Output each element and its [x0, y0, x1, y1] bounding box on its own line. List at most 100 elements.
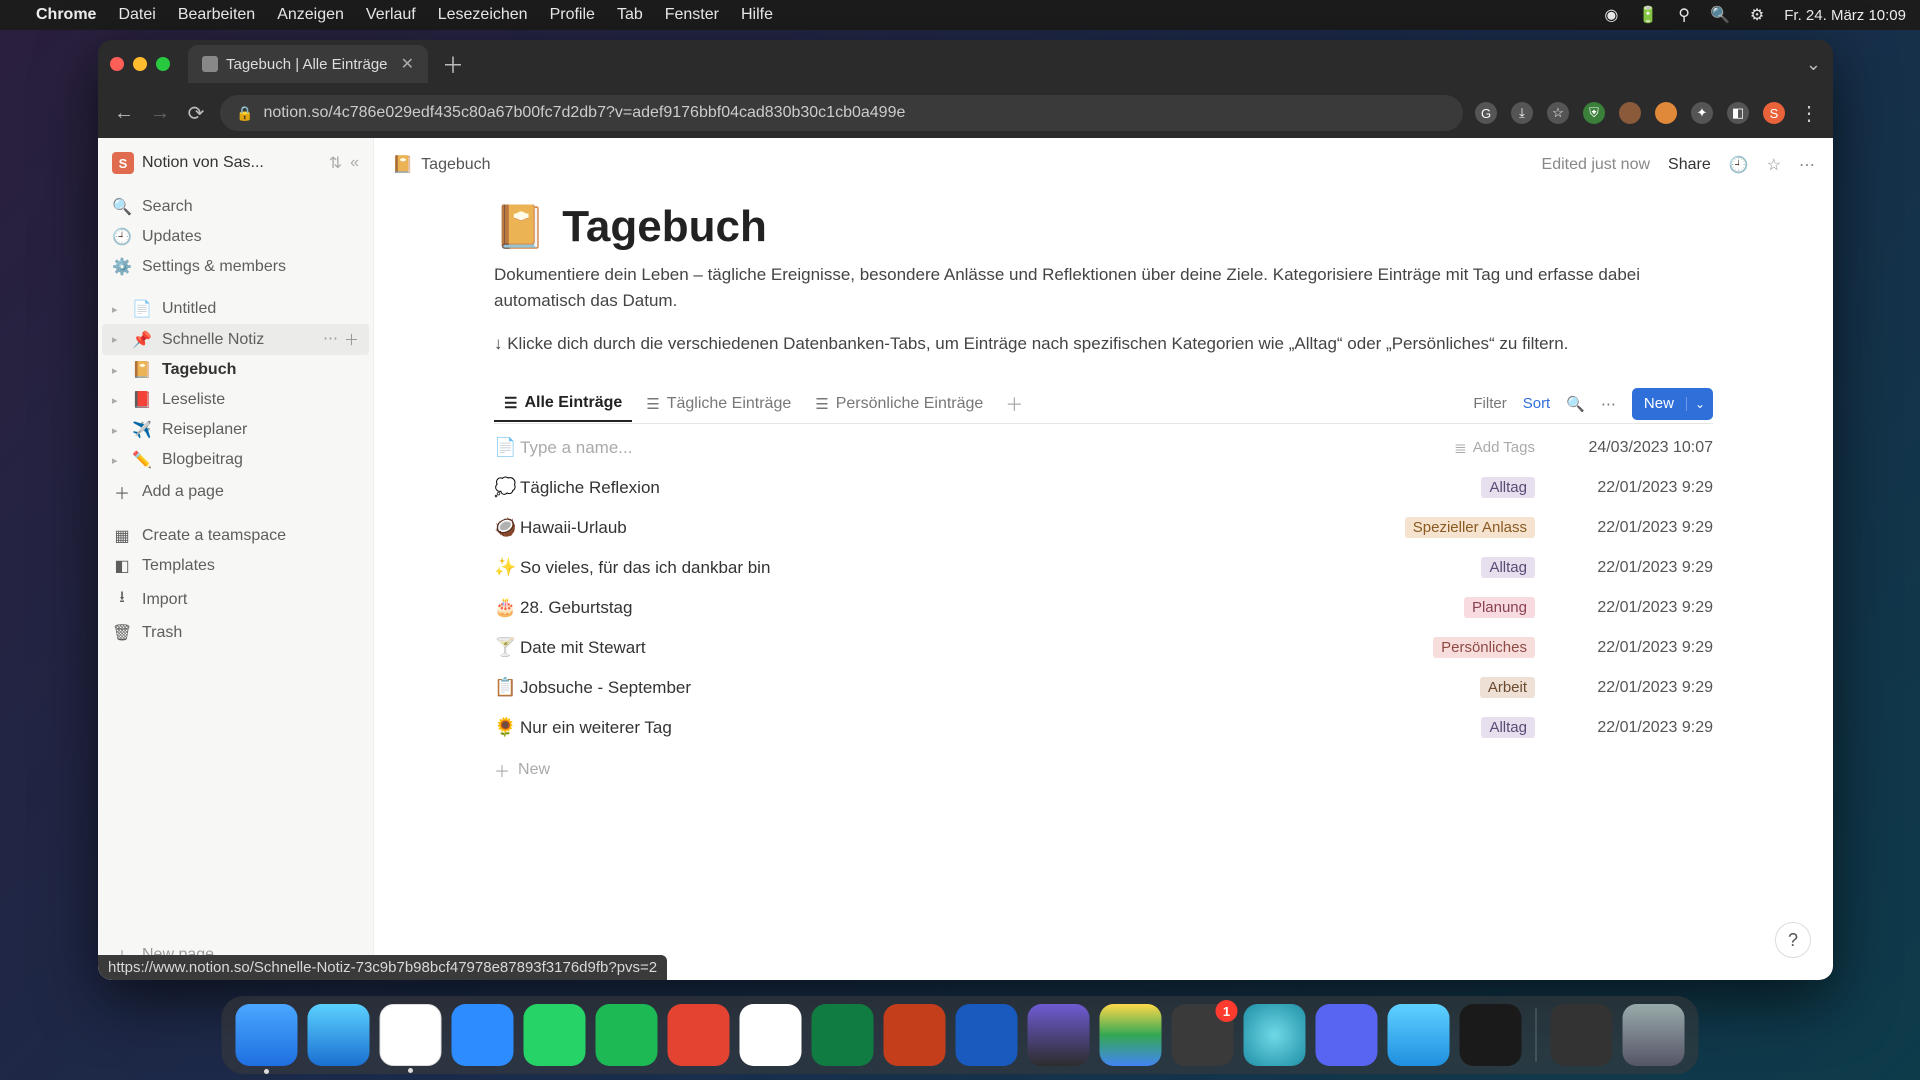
db-row[interactable]: 📄Type a name...≣Add Tags24/03/2023 10:07	[494, 428, 1713, 468]
wifi-icon[interactable]: ⚲	[1678, 5, 1690, 25]
battery-icon[interactable]: 🔋	[1638, 5, 1658, 25]
sidebar-updates[interactable]: 🕘Updates	[102, 222, 369, 252]
sort-button[interactable]: Sort	[1523, 395, 1551, 412]
chevron-right-icon[interactable]: ▸	[112, 424, 122, 437]
workspace-switcher[interactable]: S Notion von Sas... ⇅ «	[102, 146, 369, 180]
sidebar-settings[interactable]: ⚙️Settings & members	[102, 252, 369, 282]
row-title[interactable]: So vieles, für das ich dankbar bin	[520, 558, 1481, 578]
reload-button[interactable]: ⟳	[184, 101, 208, 126]
page-hint[interactable]: ↓ Klicke dich durch die verschiedenen Da…	[494, 331, 1713, 357]
help-button[interactable]: ?	[1775, 922, 1811, 958]
minimize-window-button[interactable]	[133, 57, 147, 71]
row-tag[interactable]: Alltag	[1481, 477, 1535, 498]
sidebar-templates[interactable]: ◧Templates	[102, 551, 369, 581]
db-row[interactable]: 🍸Date mit StewartPersönliches22/01/2023 …	[494, 628, 1713, 668]
sidebar-page-5[interactable]: ▸✏️Blogbeitrag	[102, 445, 369, 475]
row-title[interactable]: 28. Geburtstag	[520, 598, 1464, 618]
page-menu-icon[interactable]: ⋯	[323, 329, 338, 350]
collapse-sidebar-icon[interactable]: «	[350, 154, 359, 172]
chevron-right-icon[interactable]: ▸	[112, 333, 122, 346]
dock-quicktime[interactable]	[1388, 1004, 1450, 1066]
extensions-puzzle-icon[interactable]: ✦	[1691, 102, 1713, 124]
back-button[interactable]: ←	[112, 102, 136, 125]
fullscreen-window-button[interactable]	[156, 57, 170, 71]
tab-close-icon[interactable]: ✕	[401, 54, 414, 74]
dock-powerpoint[interactable]	[884, 1004, 946, 1066]
row-tag[interactable]: Spezieller Anlass	[1405, 517, 1535, 538]
forward-button[interactable]: →	[148, 102, 172, 125]
sidebar-page-1[interactable]: ▸📌Schnelle Notiz⋯＋	[102, 324, 369, 355]
db-tab-0[interactable]: ☰Alle Einträge	[494, 386, 632, 422]
row-tag[interactable]: Alltag	[1481, 717, 1535, 738]
db-row[interactable]: 📋Jobsuche - SeptemberArbeit22/01/2023 9:…	[494, 668, 1713, 708]
menu-fenster[interactable]: Fenster	[665, 6, 719, 24]
spotlight-icon[interactable]: 🔍	[1710, 5, 1730, 25]
browser-tab[interactable]: Tagebuch | Alle Einträge ✕	[188, 45, 428, 83]
page-menu-icon[interactable]: ⋯	[1799, 155, 1815, 175]
dock-safari[interactable]	[308, 1004, 370, 1066]
sidebar-add-page[interactable]: ＋Add a page	[102, 475, 369, 509]
page-emoji[interactable]: 📔	[494, 203, 546, 252]
db-row[interactable]: 🌻Nur ein weiterer TagAlltag22/01/2023 9:…	[494, 708, 1713, 748]
dock-trello[interactable]	[740, 1004, 802, 1066]
dock-zoom[interactable]	[452, 1004, 514, 1066]
page-description[interactable]: Dokumentiere dein Leben – tägliche Ereig…	[494, 262, 1713, 313]
menu-tab[interactable]: Tab	[617, 6, 643, 24]
sidebar-create-teamspace[interactable]: ▦Create a teamspace	[102, 521, 369, 551]
dock-whatsapp[interactable]	[524, 1004, 586, 1066]
tab-overflow-menu[interactable]: ⌄	[1806, 54, 1821, 75]
dock-launchpad[interactable]	[1551, 1004, 1613, 1066]
close-window-button[interactable]	[110, 57, 124, 71]
sidebar-trash[interactable]: 🗑Trash	[102, 618, 369, 648]
dock-voicememos[interactable]	[1460, 1004, 1522, 1066]
sidebar-page-4[interactable]: ▸✈️Reiseplaner	[102, 415, 369, 445]
filter-button[interactable]: Filter	[1473, 395, 1506, 412]
menu-verlauf[interactable]: Verlauf	[366, 6, 416, 24]
extension-icon-3[interactable]	[1655, 102, 1677, 124]
menu-anzeigen[interactable]: Anzeigen	[277, 6, 344, 24]
dock-chrome[interactable]	[380, 1004, 442, 1066]
db-tab-2[interactable]: ☰Persönliche Einträge	[805, 387, 993, 421]
db-row[interactable]: 🎂28. GeburtstagPlanung22/01/2023 9:29	[494, 588, 1713, 628]
extension-icon-1[interactable]: ⛨	[1583, 102, 1605, 124]
menubar-clock[interactable]: Fr. 24. März 10:09	[1784, 7, 1906, 24]
dock-discord[interactable]	[1316, 1004, 1378, 1066]
row-tag[interactable]: Planung	[1464, 597, 1535, 618]
row-tag[interactable]: Arbeit	[1480, 677, 1535, 698]
breadcrumb[interactable]: 📔 Tagebuch	[392, 155, 491, 175]
sidebar-page-0[interactable]: ▸📄Untitled	[102, 294, 369, 324]
db-row[interactable]: ✨So vieles, für das ich dankbar binAllta…	[494, 548, 1713, 588]
favorite-star-icon[interactable]: ☆	[1767, 155, 1781, 175]
chevron-right-icon[interactable]: ▸	[112, 303, 122, 316]
dock-siri[interactable]	[1244, 1004, 1306, 1066]
new-entry-dropdown-icon[interactable]: ⌄	[1686, 397, 1713, 411]
db-row[interactable]: 💭Tägliche ReflexionAlltag22/01/2023 9:29	[494, 468, 1713, 508]
dock-excel[interactable]	[812, 1004, 874, 1066]
dock-drive[interactable]	[1100, 1004, 1162, 1066]
row-tag[interactable]: Alltag	[1481, 557, 1535, 578]
db-tab-1[interactable]: ☰Tägliche Einträge	[636, 387, 801, 421]
dock-finder[interactable]	[236, 1004, 298, 1066]
sidebar-search[interactable]: 🔍Search	[102, 192, 369, 222]
db-row[interactable]: 🥥Hawaii-UrlaubSpezieller Anlass22/01/202…	[494, 508, 1713, 548]
profile-avatar[interactable]: S	[1763, 102, 1785, 124]
dock-spotify[interactable]	[596, 1004, 658, 1066]
sidepanel-icon[interactable]: ◧	[1727, 102, 1749, 124]
install-icon[interactable]: ⤓	[1511, 102, 1533, 124]
menu-profile[interactable]: Profile	[550, 6, 595, 24]
extension-icon-2[interactable]	[1619, 102, 1641, 124]
search-database-icon[interactable]: 🔍	[1566, 395, 1585, 413]
dock-todoist[interactable]	[668, 1004, 730, 1066]
row-tag[interactable]: Persönliches	[1433, 637, 1535, 658]
share-button[interactable]: Share	[1668, 156, 1711, 174]
chrome-menu-icon[interactable]: ⋮	[1799, 101, 1819, 126]
sidebar-page-3[interactable]: ▸📕Leseliste	[102, 385, 369, 415]
row-title[interactable]: Date mit Stewart	[520, 638, 1433, 658]
add-tags-cell[interactable]: ≣Add Tags	[1454, 439, 1535, 457]
add-row-button[interactable]: ＋ New	[494, 748, 1713, 792]
menu-lesezeichen[interactable]: Lesezeichen	[438, 6, 528, 24]
row-title[interactable]: Jobsuche - September	[520, 678, 1480, 698]
page-title[interactable]: Tagebuch	[562, 202, 767, 252]
menubar-app-name[interactable]: Chrome	[36, 6, 96, 24]
menu-datei[interactable]: Datei	[118, 6, 155, 24]
